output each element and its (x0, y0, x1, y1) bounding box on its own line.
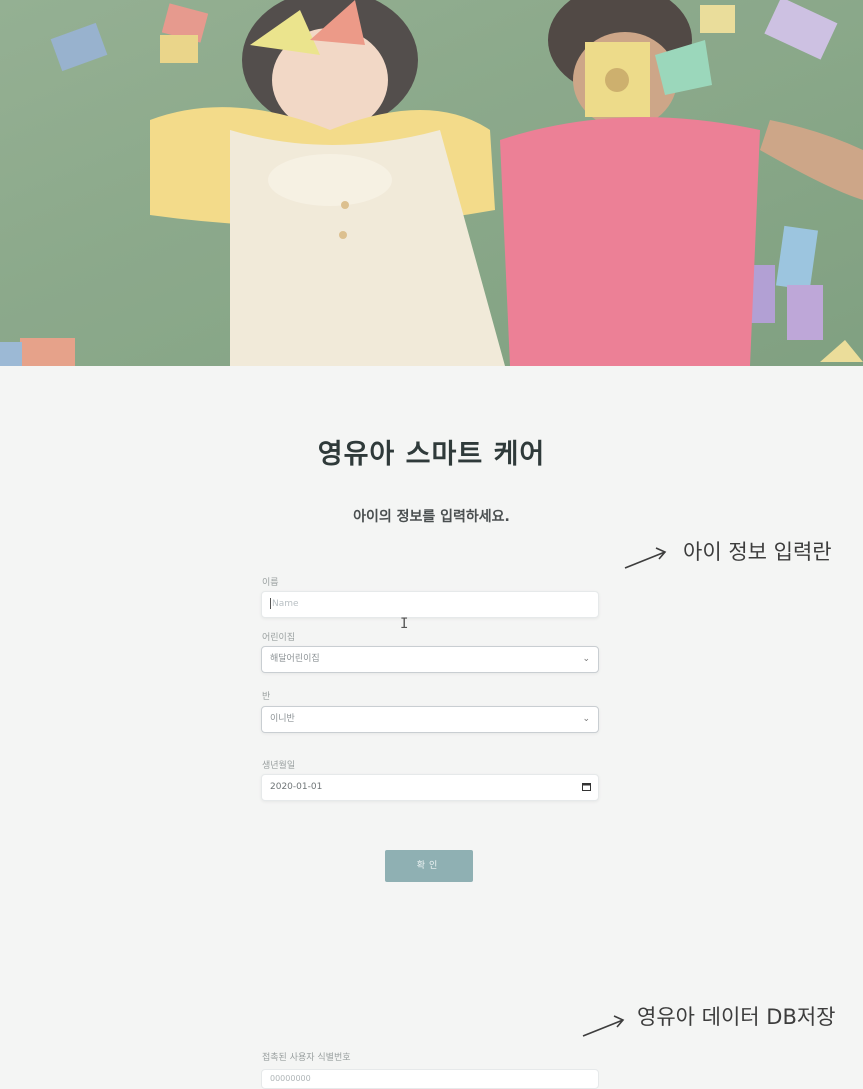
user-id-value: 00000000 (270, 1074, 311, 1083)
text-caret (270, 598, 271, 609)
birthdate-input[interactable]: 2020-01-01 (261, 774, 599, 801)
page-subtitle: 아이의 정보를 입력하세요. (353, 509, 510, 525)
annotation-db-save: 영유아 데이터 DB저장 (637, 1005, 836, 1029)
user-id-label: 접촉된 사용자 식별번호 (262, 1053, 351, 1063)
daycare-selected: 해달어린이집 (270, 654, 320, 664)
name-placeholder: Name (272, 599, 299, 609)
birthdate-label: 생년월일 (262, 761, 296, 771)
calendar-icon[interactable] (582, 782, 591, 791)
text-cursor-icon: I (400, 616, 409, 632)
name-input[interactable]: Name (261, 591, 599, 618)
name-label: 이름 (262, 578, 279, 588)
chevron-down-icon: ⌄ (582, 714, 590, 724)
daycare-label: 어린이집 (262, 633, 296, 643)
hero-image (0, 0, 863, 366)
daycare-select[interactable]: 해달어린이집 ⌄ (261, 646, 599, 673)
birthdate-value: 2020-01-01 (270, 782, 323, 792)
annotation-child-info: 아이 정보 입력란 (683, 540, 832, 564)
chevron-down-icon: ⌄ (582, 654, 590, 664)
annotation-arrow-icon (624, 547, 667, 569)
page-title: 영유아 스마트 케어 (317, 439, 546, 470)
class-selected: 이니반 (270, 714, 295, 724)
class-label: 반 (262, 692, 271, 702)
submit-button[interactable]: 확인 (385, 850, 473, 882)
annotation-arrow-icon (582, 1015, 625, 1037)
user-id-input[interactable]: 00000000 (261, 1069, 599, 1089)
class-select[interactable]: 이니반 ⌄ (261, 706, 599, 733)
